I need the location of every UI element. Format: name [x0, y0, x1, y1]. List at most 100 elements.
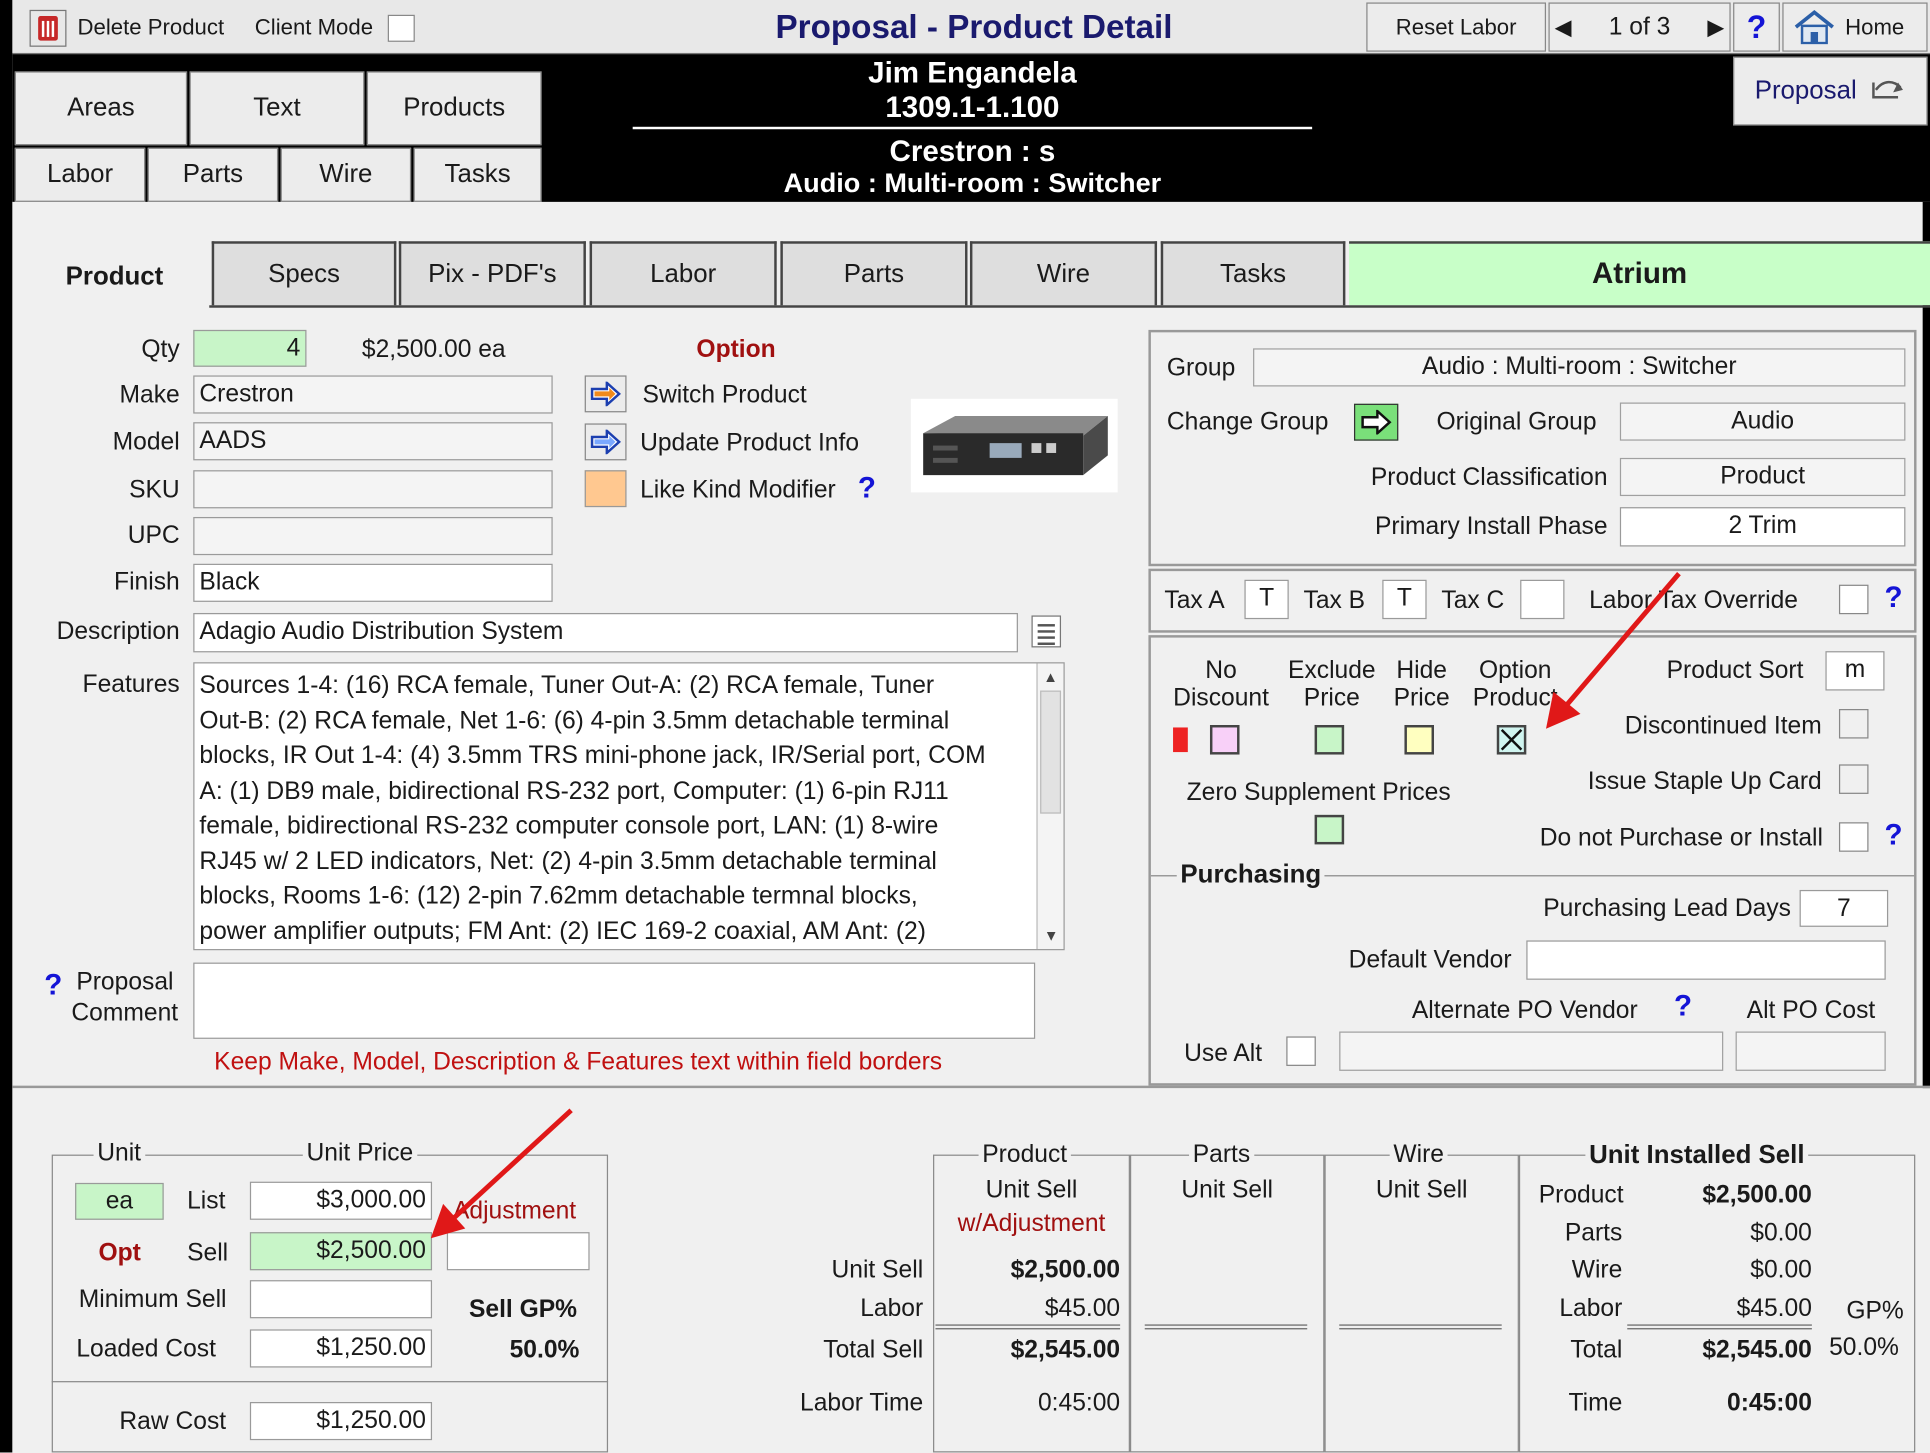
tab-pix-pdfs[interactable]: Pix - PDF's: [398, 241, 586, 306]
proposal-label: Proposal: [1754, 76, 1857, 105]
nav-tasks-button[interactable]: Tasks: [413, 147, 542, 202]
tax-a-field[interactable]: T: [1244, 579, 1289, 620]
proposal-comment-label-2: Comment: [71, 999, 179, 1027]
original-group-field[interactable]: Audio: [1619, 402, 1906, 441]
exclude-price-checkbox[interactable]: [1314, 725, 1345, 755]
zero-supplement-checkbox[interactable]: [1314, 814, 1345, 845]
scroll-down-icon[interactable]: ▼: [1038, 922, 1064, 949]
alternate-po-vendor-help-icon[interactable]: ?: [1674, 991, 1692, 1022]
installed-product-label: Product: [1538, 1181, 1624, 1209]
proposal-comment-field[interactable]: [193, 962, 1036, 1039]
list-price-field[interactable]: $3,000.00: [249, 1181, 433, 1220]
tab-parts[interactable]: Parts: [780, 241, 968, 306]
left-frame-line: [0, 0, 13, 1453]
tab-labor[interactable]: Labor: [589, 241, 777, 306]
alternate-po-vendor-label: Alternate PO Vendor: [1411, 997, 1638, 1025]
no-discount-label-2: Discount: [1173, 684, 1269, 712]
raw-cost-field[interactable]: $1,250.00: [249, 1401, 433, 1441]
update-product-info-button[interactable]: [584, 423, 627, 461]
installed-total-value: $2,545.00: [1702, 1336, 1812, 1364]
features-scrollbar[interactable]: ▲ ▼: [1036, 663, 1064, 950]
finish-field[interactable]: Black: [193, 563, 553, 602]
nav-text-button[interactable]: Text: [189, 71, 365, 146]
notes-icon[interactable]: [1031, 615, 1062, 648]
option-product-checkbox[interactable]: [1496, 725, 1527, 755]
purchasing-lead-days-field[interactable]: 7: [1799, 889, 1889, 927]
product-sort-field[interactable]: m: [1825, 651, 1885, 691]
return-arrow-icon: [1872, 80, 1904, 99]
staple-up-checkbox[interactable]: [1838, 764, 1869, 794]
alternate-po-vendor-field[interactable]: [1339, 1031, 1724, 1071]
model-field[interactable]: AADS: [193, 422, 553, 461]
do-not-purchase-checkbox[interactable]: [1838, 822, 1869, 852]
tab-tasks[interactable]: Tasks: [1160, 241, 1346, 306]
tab-product[interactable]: Product: [19, 241, 210, 311]
upc-field[interactable]: [193, 516, 553, 556]
loaded-cost-field[interactable]: $1,250.00: [249, 1329, 433, 1368]
delete-product-button[interactable]: [29, 9, 67, 47]
reset-labor-button[interactable]: Reset Labor: [1366, 2, 1547, 52]
option-label: Option: [696, 336, 776, 364]
alt-po-cost-field[interactable]: [1735, 1031, 1886, 1071]
make-field[interactable]: Crestron: [193, 375, 553, 414]
tab-wire[interactable]: Wire: [969, 241, 1158, 306]
switch-product-button[interactable]: [584, 375, 627, 413]
use-alt-checkbox[interactable]: [1286, 1036, 1316, 1066]
scroll-thumb[interactable]: [1040, 690, 1062, 814]
group-label: Group: [1166, 354, 1236, 382]
qty-field[interactable]: 4: [193, 329, 307, 367]
next-record-icon[interactable]: ▶: [1707, 14, 1724, 40]
unit-sell-value: $2,500.00: [1010, 1256, 1121, 1284]
no-discount-checkbox[interactable]: [1209, 725, 1240, 755]
minimum-sell-field[interactable]: [249, 1280, 433, 1319]
hide-price-checkbox[interactable]: [1404, 725, 1434, 755]
primary-install-phase-field[interactable]: 2 Trim: [1619, 507, 1906, 547]
features-textarea[interactable]: Sources 1-4: (16) RCA female, Tuner Out-…: [193, 662, 1065, 951]
nav-products-button[interactable]: Products: [366, 71, 542, 146]
nav-parts-button[interactable]: Parts: [147, 147, 279, 202]
sell-price-field[interactable]: $2,500.00: [249, 1232, 433, 1271]
like-kind-modifier-label: Like Kind Modifier: [640, 476, 836, 504]
tab-specs[interactable]: Specs: [211, 241, 397, 306]
group-field[interactable]: Audio : Multi-room : Switcher: [1253, 348, 1906, 387]
scroll-up-icon[interactable]: ▲: [1038, 663, 1064, 690]
parts-summary-sub: Unit Sell: [1181, 1176, 1274, 1204]
proposal-button[interactable]: Proposal: [1733, 56, 1928, 126]
sku-label: SKU: [129, 476, 180, 504]
tax-b-field[interactable]: T: [1382, 579, 1427, 620]
previous-record-icon[interactable]: ◀: [1555, 14, 1572, 40]
labor-tax-help-icon[interactable]: ?: [1885, 583, 1903, 613]
nav-wire-button[interactable]: Wire: [280, 147, 412, 202]
labor-tax-override-checkbox[interactable]: [1838, 584, 1869, 615]
description-field[interactable]: Adagio Audio Distribution System: [193, 612, 1018, 653]
nav-areas-button[interactable]: Areas: [14, 71, 188, 146]
sell-gp-value: 50.0%: [509, 1336, 580, 1364]
sku-field[interactable]: [193, 470, 553, 509]
unit-field[interactable]: ea: [75, 1182, 164, 1220]
delete-product-label[interactable]: Delete Product: [78, 16, 225, 38]
installed-product-value: $2,500.00: [1702, 1181, 1812, 1209]
proposal-comment-help-icon[interactable]: ?: [44, 971, 62, 1001]
like-kind-modifier-swatch[interactable]: [584, 470, 627, 508]
client-name: Jim Engandela: [868, 56, 1077, 90]
arrow-right-icon: [1361, 409, 1392, 435]
like-kind-help-icon[interactable]: ?: [858, 473, 876, 504]
tab-parts-label: Parts: [843, 259, 905, 289]
do-not-purchase-help-icon[interactable]: ?: [1885, 820, 1903, 851]
default-vendor-field[interactable]: [1526, 940, 1886, 980]
exclude-price-label: Exclude: [1288, 657, 1376, 685]
nav-labor-button[interactable]: Labor: [14, 147, 146, 202]
product-classification-field[interactable]: Product: [1619, 457, 1906, 497]
discontinued-checkbox[interactable]: [1838, 708, 1869, 739]
description-label: Description: [56, 617, 180, 645]
qty-label: Qty: [141, 336, 180, 364]
update-product-info-label[interactable]: Update Product Info: [640, 431, 859, 456]
help-button[interactable]: ?: [1733, 2, 1780, 52]
record-navigator: ◀ 1 of 3 ▶: [1548, 2, 1731, 52]
section-separator: [12, 1085, 1930, 1089]
home-button[interactable]: Home: [1782, 2, 1928, 52]
switch-product-label[interactable]: Switch Product: [643, 383, 807, 408]
header-divider: [632, 126, 1313, 130]
change-group-button[interactable]: [1353, 403, 1399, 441]
client-mode-checkbox[interactable]: [387, 14, 415, 42]
